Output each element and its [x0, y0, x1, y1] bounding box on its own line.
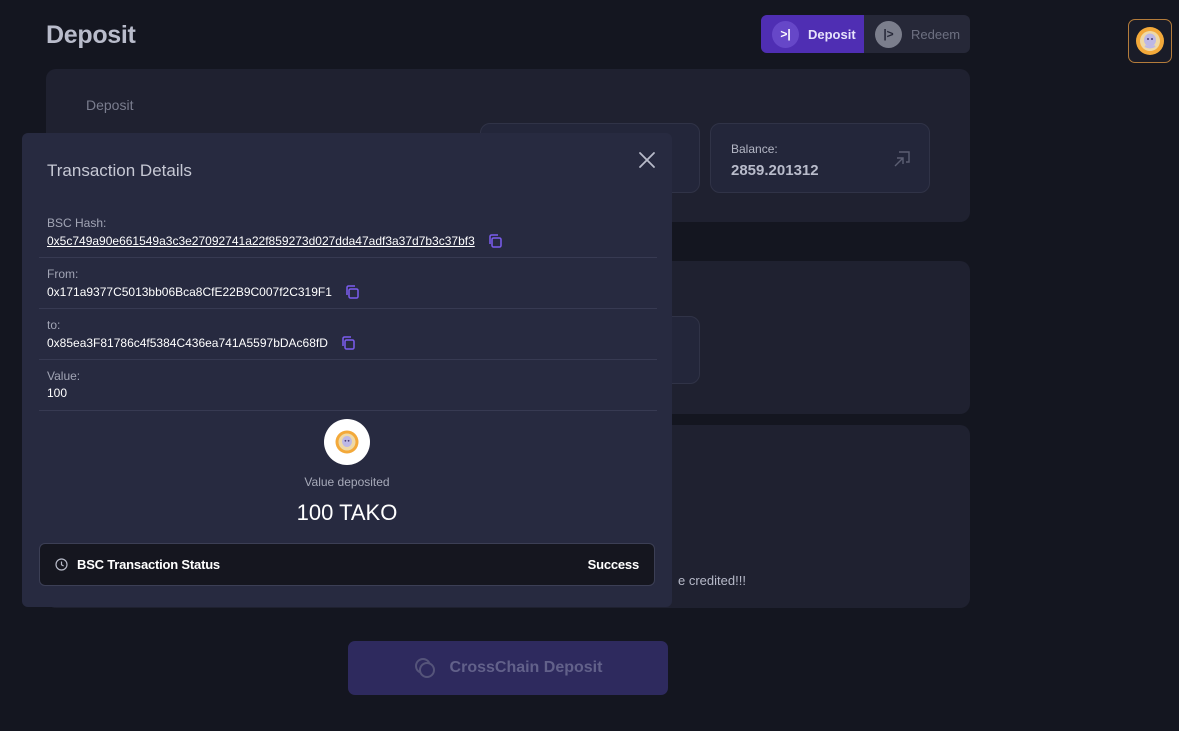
to-label: to: [47, 318, 61, 332]
copy-from-icon[interactable] [344, 284, 360, 300]
page-title: Deposit [46, 21, 136, 49]
deposit-icon: >| [772, 20, 799, 48]
to-row: to: 0x85ea3F81786c4f5384C436ea741A5597bD… [39, 309, 657, 360]
credited-note: e credited!!! [678, 573, 746, 588]
from-row: From: 0x171a9377C5013bb06Bca8CfE22B9C007… [39, 258, 657, 309]
crosschain-icon [414, 658, 435, 678]
redeem-tab[interactable]: |> Redeem [864, 15, 970, 53]
crosschain-deposit-label: CrossChain Deposit [449, 659, 603, 676]
redeem-tab-label: Redeem [911, 26, 961, 42]
tako-token-icon [335, 430, 359, 454]
deposit-panel-label: Deposit [86, 97, 134, 113]
tako-token-logo [324, 419, 370, 465]
from-address: 0x171a9377C5013bb06Bca8CfE22B9C007f2C319… [47, 285, 332, 299]
status-label: BSC Transaction Status [77, 557, 220, 572]
bsc-hash-label: BSC Hash: [47, 216, 107, 230]
transaction-details-modal: Transaction Details BSC Hash: 0x5c749a90… [22, 133, 672, 607]
bsc-hash-row: BSC Hash: 0x5c749a90e661549a3c3e27092741… [39, 207, 657, 258]
value-deposited-amount: 100 TAKO [296, 500, 398, 525]
value-label: Value: [47, 369, 81, 383]
deposit-tab[interactable]: >| Deposit [761, 15, 864, 53]
balance-value: 2859.201312 [731, 162, 819, 179]
close-icon[interactable] [636, 149, 658, 171]
tako-avatar-icon [1136, 27, 1164, 55]
modal-title: Transaction Details [47, 161, 192, 180]
copy-hash-icon[interactable] [487, 233, 503, 249]
deposit-tab-label: Deposit [808, 26, 856, 42]
balance-label: Balance: [731, 142, 778, 156]
balance-box: Balance: 2859.201312 [710, 123, 930, 193]
transaction-status-bar: BSC Transaction Status Success [39, 543, 655, 586]
from-label: From: [47, 267, 79, 281]
value-deposited-label: Value deposited [304, 475, 390, 489]
bsc-hash-link[interactable]: 0x5c749a90e661549a3c3e27092741a22f859273… [47, 234, 475, 248]
to-address: 0x85ea3F81786c4f5384C436ea741A5597bDAc68… [47, 336, 328, 350]
account-avatar-button[interactable] [1128, 19, 1172, 63]
redeem-icon: |> [875, 20, 902, 48]
value-row: Value: 100 [39, 360, 657, 411]
status-badge: Success [587, 557, 640, 572]
max-balance-icon[interactable] [893, 150, 911, 168]
copy-to-icon[interactable] [340, 335, 356, 351]
clock-icon [55, 558, 68, 571]
crosschain-deposit-button[interactable]: CrossChain Deposit [348, 641, 668, 695]
mode-toggle: >| Deposit |> Redeem [761, 15, 970, 53]
value-amount-text: 100 [47, 386, 68, 400]
